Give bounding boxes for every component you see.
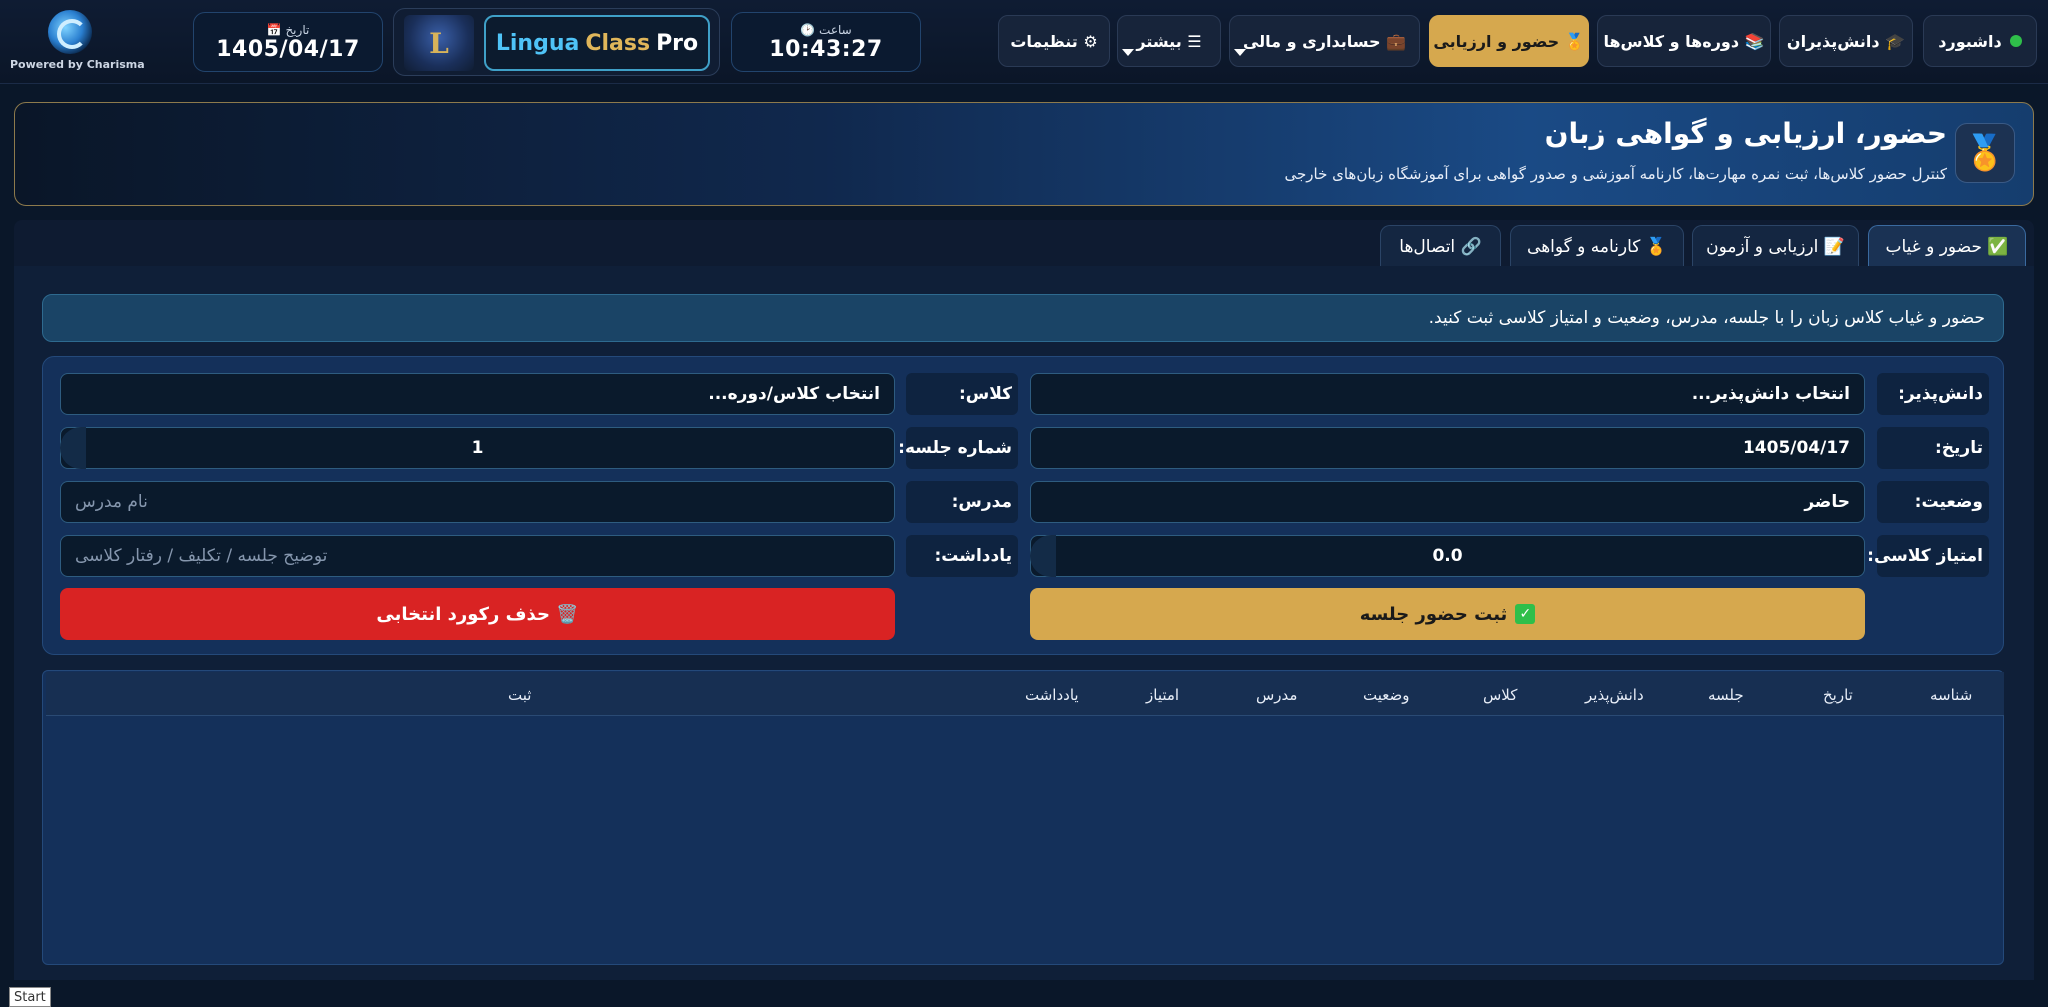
date-field-label: تاریخ: [1877, 427, 1989, 469]
chevron-down-icon [1122, 49, 1134, 56]
nav-more-label: ☰ بیشتر [1136, 31, 1202, 51]
info-banner: حضور و غیاب کلاس زبان را با جلسه، مدرس، … [42, 294, 2004, 342]
medal-icon: 🏅 [1955, 123, 2015, 183]
nav-accounting-label: 💼 حسابداری و مالی [1242, 31, 1407, 51]
tab-assessment-label: 📝 ارزیابی و آزمون [1706, 236, 1845, 257]
nav-students[interactable]: 🎓 دانش‌پذیران [1779, 15, 1913, 67]
status-select-value: حاضر [1804, 492, 1850, 512]
status-label: وضعیت: [1877, 481, 1989, 523]
clock-value: 10:43:27 [769, 36, 883, 62]
col-header-session: جلسه [1708, 686, 1744, 704]
page-subtitle: کنترل حضور کلاس‌ها، ثبت نمره مهارت‌ها، ک… [1284, 165, 1947, 183]
nav-more[interactable]: ☰ بیشتر [1117, 15, 1221, 67]
date-label: 📅 تاریخ [266, 22, 310, 37]
col-header-created: ثبت [508, 686, 532, 704]
student-label: دانش‌پذیر: [1877, 373, 1989, 415]
tab-connections-label: 🔗 اتصال‌ها [1399, 236, 1482, 257]
chevron-down-icon [1234, 49, 1246, 56]
class-select-value: انتخاب کلاس/دوره... [708, 384, 880, 404]
date-field[interactable]: 1405/04/17 [1030, 427, 1865, 469]
lingua-emblem-icon: L [404, 15, 474, 71]
nav-settings[interactable]: ⚙ تنظیمات [998, 15, 1110, 67]
save-attendance-label: ثبت حضور جلسه [1359, 603, 1508, 625]
clock-pill: 🕑 ساعت 10:43:27 [731, 12, 921, 72]
teacher-input[interactable]: نام مدرس [60, 481, 895, 523]
app-name-part-2: Class [585, 30, 651, 56]
col-header-teacher: مدرس [1256, 686, 1298, 704]
nav-attendance[interactable]: 🏅 حضور و ارزیابی [1429, 15, 1589, 67]
nav-accounting[interactable]: 💼 حسابداری و مالی [1229, 15, 1420, 67]
tab-attendance[interactable]: ✅ حضور و غیاب [1868, 225, 2026, 267]
student-select[interactable]: انتخاب دانش‌پذیر... [1030, 373, 1865, 415]
start-button[interactable]: Start [9, 987, 51, 1007]
app-name: Lingua Class Pro [484, 15, 710, 71]
note-label: یادداشت: [906, 535, 1018, 577]
tab-assessment[interactable]: 📝 ارزیابی و آزمون [1692, 225, 1859, 267]
nav-settings-label: ⚙ تنظیمات [1010, 31, 1098, 51]
powered-by-text: Powered by Charisma [10, 58, 145, 71]
nav-attendance-label: 🏅 حضور و ارزیابی [1433, 31, 1585, 51]
col-header-note: یادداشت [1025, 686, 1079, 704]
online-dot-icon [2009, 35, 2022, 47]
nav-students-label: 🎓 دانش‌پذیران [1786, 31, 1906, 51]
delete-record-label: 🗑️ حذف رکورد انتخابی [376, 603, 579, 625]
tab-report-card[interactable]: 🏅 کارنامه و گواهی [1510, 225, 1684, 267]
col-header-class: کلاس [1483, 686, 1518, 704]
score-value: 0.0 [1432, 546, 1463, 566]
stepper-handle-icon [1030, 535, 1056, 577]
nav-courses[interactable]: 📚 دوره‌ها و کلاس‌ها [1597, 15, 1771, 67]
teacher-label: مدرس: [906, 481, 1018, 523]
status-select[interactable]: حاضر [1030, 481, 1865, 523]
top-bar: Powered by Charisma 📅 تاریخ 1405/04/17 L… [0, 0, 2048, 84]
app-name-part-1: Lingua [495, 30, 580, 56]
col-header-date: تاریخ [1823, 686, 1853, 704]
teacher-input-placeholder: نام مدرس [75, 492, 148, 512]
nav-dashboard[interactable]: داشبورد [1923, 15, 2037, 67]
note-input-placeholder: توضیح جلسه / تکلیف / رفتار کلاسی [75, 546, 328, 566]
score-label: امتیاز کلاسی: [1867, 535, 1989, 577]
app-name-part-3: Pro [656, 30, 699, 56]
stepper-handle-icon [60, 427, 86, 469]
delete-record-button[interactable]: 🗑️ حذف رکورد انتخابی [60, 588, 895, 640]
app-logo: L Lingua Class Pro [393, 8, 720, 76]
brand: Powered by Charisma [10, 10, 145, 74]
col-header-id: شناسه [1930, 686, 1973, 704]
clock-label: 🕑 ساعت [800, 22, 852, 37]
date-field-value: 1405/04/17 [1742, 438, 1850, 458]
date-pill: 📅 تاریخ 1405/04/17 [193, 12, 383, 72]
tab-connections[interactable]: 🔗 اتصال‌ها [1380, 225, 1501, 267]
nav-dashboard-label: داشبورد [1938, 31, 2002, 51]
col-header-score: امتیاز [1146, 686, 1180, 704]
student-select-value: انتخاب دانش‌پذیر... [1691, 384, 1850, 404]
tab-report-card-label: 🏅 کارنامه و گواهی [1527, 236, 1667, 257]
info-text: حضور و غیاب کلاس زبان را با جلسه، مدرس، … [1428, 308, 1985, 328]
page-header: 🏅 حضور، ارزیابی و گواهی زبان کنترل حضور … [14, 102, 2034, 206]
checkmark-icon: ✓ [1515, 604, 1536, 624]
page-title: حضور، ارزیابی و گواهی زبان [1544, 117, 1947, 150]
class-label: کلاس: [906, 373, 1018, 415]
tab-attendance-label: ✅ حضور و غیاب [1885, 236, 2009, 257]
session-label: شماره جلسه: [898, 427, 1018, 469]
col-header-student: دانش‌پذیر [1585, 686, 1644, 704]
date-value: 1405/04/17 [216, 36, 360, 62]
save-attendance-button[interactable]: ✓ ثبت حضور جلسه [1030, 588, 1865, 640]
note-input[interactable]: توضیح جلسه / تکلیف / رفتار کلاسی [60, 535, 895, 577]
col-header-status: وضعیت [1363, 686, 1410, 704]
session-number-stepper[interactable]: 1 [60, 427, 895, 469]
score-stepper[interactable]: 0.0 [1030, 535, 1865, 577]
nav-courses-label: 📚 دوره‌ها و کلاس‌ها [1603, 31, 1765, 51]
class-select[interactable]: انتخاب کلاس/دوره... [60, 373, 895, 415]
session-number-value: 1 [471, 438, 484, 458]
charisma-logo-icon [48, 10, 92, 54]
